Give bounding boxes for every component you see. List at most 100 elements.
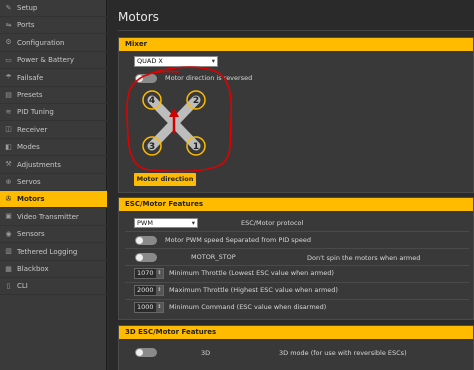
plug-icon: ⇋: [5, 20, 12, 29]
sidebar-item-pid-tuning[interactable]: ≋ PID Tuning: [0, 104, 107, 122]
frame-arm: [147, 95, 201, 151]
sidebar-item-video-transmitter[interactable]: ▣ Video Transmitter: [0, 209, 107, 226]
sidebar-item-cli[interactable]: ▯ CLI: [0, 278, 107, 296]
esc-protocol-select[interactable]: PWM ▾: [134, 218, 198, 228]
title-divider: [118, 30, 474, 31]
min-throttle-input[interactable]: 1070 ⇕: [134, 268, 164, 279]
esc-protocol-label: ESC/Motor protocol: [241, 219, 304, 227]
sidebar-item-sensors[interactable]: ◉ Sensors: [0, 226, 107, 244]
motor-direction-reversed-toggle[interactable]: [135, 74, 157, 83]
min-throttle-value: 1070: [137, 269, 154, 277]
esc-protocol-value: PWM: [137, 219, 153, 227]
sidebar-item-label: Tethered Logging: [17, 247, 78, 256]
sidebar-item-label: Blackbox: [17, 265, 49, 273]
sidebar-item-adjustments[interactable]: ⚒ Adjustments: [0, 157, 107, 174]
sidebar-item-tethered-logging[interactable]: ▥ Tethered Logging: [0, 244, 107, 261]
motor-number-1: 1: [193, 142, 199, 152]
sidebar-item-label: Modes: [17, 143, 40, 152]
chevron-down-icon: ▾: [191, 219, 195, 227]
motor-4-icon: 4: [142, 90, 162, 110]
modes-icon: ◧: [5, 142, 12, 151]
motor-2-icon: 2: [186, 90, 206, 110]
row-divider: [125, 231, 469, 232]
sidebar-nav: ✎ Setup ⇋ Ports ⚙ Configuration ▭ Power & Batte…: [0, 0, 107, 370]
sidebar-item-configuration[interactable]: ⚙ Configuration: [0, 35, 107, 52]
page-title: Motors: [118, 10, 159, 24]
mixer-panel-header: Mixer: [119, 38, 473, 51]
max-throttle-label: Maximum Throttle (Highest ESC value when…: [169, 286, 338, 294]
parachute-icon: ☂: [5, 73, 12, 82]
sidebar-item-label: Setup: [17, 4, 38, 12]
vtx-icon: ▣: [5, 212, 12, 221]
spinner-icon[interactable]: ⇕: [156, 303, 163, 312]
mixer-panel: Mixer QUAD X ▾ Motor direction is revers…: [118, 37, 474, 193]
sidebar-item-receiver[interactable]: ◫ Receiver: [0, 122, 107, 139]
battery-icon: ▭: [5, 55, 12, 64]
row-divider: [125, 265, 469, 266]
sidebar-item-label: Servos: [17, 178, 41, 186]
motor-1-icon: 1: [186, 136, 206, 156]
sidebar-item-label: Motors: [17, 195, 45, 204]
receiver-icon: ◫: [5, 125, 12, 134]
sidebar-item-presets[interactable]: ▤ Presets: [0, 87, 107, 104]
esc-features-header: ESC/Motor Features: [119, 198, 473, 211]
adjustments-icon: ⚒: [5, 160, 12, 169]
sidebar-item-label: Receiver: [17, 125, 48, 134]
min-throttle-label: Minimum Throttle (Lowest ESC value when …: [169, 269, 334, 277]
sidebar-item-modes[interactable]: ◧ Modes: [0, 139, 107, 157]
sidebar-item-label: PID Tuning: [17, 108, 54, 117]
3d-mode-toggle[interactable]: [135, 348, 157, 357]
sidebar-item-setup[interactable]: ✎ Setup: [0, 0, 107, 17]
sidebar-item-label: CLI: [17, 282, 28, 291]
main-content: Motors Mixer QUAD X ▾ Motor direction is…: [108, 0, 474, 370]
tuning-icon: ≋: [5, 107, 12, 116]
sidebar-item-label: Sensors: [17, 230, 45, 239]
motor-direction-reversed-label: Motor direction is reversed: [165, 74, 253, 82]
mixer-type-select[interactable]: QUAD X ▾: [134, 56, 218, 67]
gear-icon: ⚙: [5, 38, 12, 47]
row-divider: [125, 248, 469, 249]
esc-3d-header: 3D ESC/Motor Features: [119, 326, 473, 339]
mixer-type-value: QUAD X: [137, 57, 163, 65]
blackbox-icon: ▦: [5, 264, 12, 273]
logging-icon: ▥: [5, 247, 12, 256]
spinner-icon[interactable]: ⇕: [156, 269, 163, 278]
3d-mode-description: 3D mode (for use with reversible ESCs): [279, 349, 407, 357]
min-command-input[interactable]: 1000 ⇕: [134, 302, 164, 313]
sidebar-item-label: Adjustments: [17, 160, 61, 169]
motor-stop-description: Don't spin the motors when armed: [307, 254, 421, 262]
wrench-icon: ✎: [5, 3, 12, 12]
min-command-value: 1000: [137, 303, 154, 311]
sidebar-item-label: Video Transmitter: [17, 212, 79, 221]
sidebar-item-motors[interactable]: ✇ Motors: [0, 191, 107, 209]
sidebar-item-power-battery[interactable]: ▭ Power & Battery: [0, 52, 107, 70]
esc-3d-panel: 3D ESC/Motor Features 3D 3D mode (for us…: [118, 325, 474, 370]
forward-arrow-head: [169, 108, 179, 117]
sidebar-item-label: Configuration: [17, 38, 65, 47]
row-divider: [125, 282, 469, 283]
sidebar-item-label: Ports: [17, 21, 35, 30]
motor-stop-toggle[interactable]: [135, 253, 157, 262]
frame-arm: [147, 95, 201, 151]
spinner-icon[interactable]: ⇕: [156, 286, 163, 295]
max-throttle-input[interactable]: 2000 ⇕: [134, 285, 164, 296]
motor-icon: ✇: [5, 194, 12, 203]
max-throttle-value: 2000: [137, 286, 154, 294]
esc-features-panel: ESC/Motor Features PWM ▾ ESC/Motor proto…: [118, 197, 474, 320]
sidebar-item-ports[interactable]: ⇋ Ports: [0, 17, 107, 35]
min-command-label: Minimum Command (ESC value when disarmed…: [169, 303, 327, 311]
sidebar-item-label: Failsafe: [17, 73, 44, 82]
motor-stop-label: MOTOR_STOP: [191, 253, 236, 261]
sidebar-item-servos[interactable]: ⊕ Servos: [0, 174, 107, 191]
motor-number-2: 2: [193, 96, 199, 106]
motor-3-icon: 3: [142, 136, 162, 156]
sidebar-item-blackbox[interactable]: ▦ Blackbox: [0, 261, 107, 278]
separate-pwm-toggle[interactable]: [135, 236, 157, 245]
separate-pwm-label: Motor PWM speed Separated from PID speed: [165, 236, 311, 244]
chevron-down-icon: ▾: [211, 57, 215, 65]
cli-icon: ▯: [6, 281, 11, 290]
motor-direction-button[interactable]: Motor direction: [134, 173, 196, 186]
presets-icon: ▤: [5, 90, 12, 99]
motor-number-4: 4: [149, 96, 155, 106]
sidebar-item-failsafe[interactable]: ☂ Failsafe: [0, 70, 107, 87]
